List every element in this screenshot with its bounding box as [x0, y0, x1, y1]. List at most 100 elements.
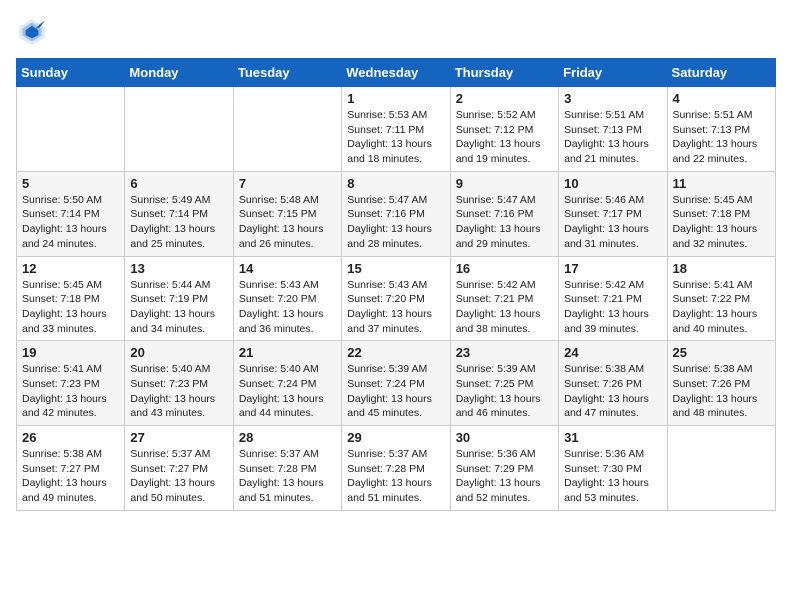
day-number: 29: [347, 430, 444, 445]
day-info: Sunrise: 5:50 AM Sunset: 7:14 PM Dayligh…: [22, 193, 119, 252]
day-header-thursday: Thursday: [450, 59, 558, 87]
day-info: Sunrise: 5:42 AM Sunset: 7:21 PM Dayligh…: [456, 278, 553, 337]
calendar-cell: 5 Sunrise: 5:50 AM Sunset: 7:14 PM Daylig…: [17, 171, 125, 256]
calendar-cell: 27Sunrise: 5:37 AM Sunset: 7:27 PM Dayli…: [125, 426, 233, 511]
logo-icon: [16, 16, 48, 48]
day-info: Sunrise: 5:48 AM Sunset: 7:15 PM Dayligh…: [239, 193, 336, 252]
calendar-week-row: 5 Sunrise: 5:50 AM Sunset: 7:14 PM Daylig…: [17, 171, 776, 256]
calendar-cell: 3 Sunrise: 5:51 AM Sunset: 7:13 PM Daylig…: [559, 87, 667, 172]
day-number: 16: [456, 261, 553, 276]
day-info: Sunrise: 5:42 AM Sunset: 7:21 PM Dayligh…: [564, 278, 661, 337]
calendar-cell: 26 Sunrise: 5:38 AM Sunset: 7:27 PM Dayli…: [17, 426, 125, 511]
calendar-cell: 9 Sunrise: 5:47 AM Sunset: 7:16 PM Daylig…: [450, 171, 558, 256]
day-info: Sunrise: 5:53 AM Sunset: 7:11 PM Dayligh…: [347, 108, 444, 167]
day-header-friday: Friday: [559, 59, 667, 87]
calendar-cell: 19 Sunrise: 5:41 AM Sunset: 7:23 PM Dayli…: [17, 341, 125, 426]
calendar-header-row: SundayMondayTuesdayWednesdayThursdayFrid…: [17, 59, 776, 87]
calendar-cell: [125, 87, 233, 172]
day-info: Sunrise: 5:37 AM Sunset: 7:27 PM Dayligh…: [130, 447, 227, 506]
calendar-cell: [17, 87, 125, 172]
calendar-cell: [233, 87, 341, 172]
day-header-sunday: Sunday: [17, 59, 125, 87]
calendar-cell: 18 Sunrise: 5:41 AM Sunset: 7:22 PM Dayli…: [667, 256, 775, 341]
day-info: Sunrise: 5:36 AM Sunset: 7:29 PM Dayligh…: [456, 447, 553, 506]
day-info: Sunrise: 5:41 AM Sunset: 7:22 PM Dayligh…: [673, 278, 770, 337]
day-number: 26: [22, 430, 119, 445]
calendar-cell: 13Sunrise: 5:44 AM Sunset: 7:19 PM Dayli…: [125, 256, 233, 341]
day-number: 1: [347, 91, 444, 106]
day-number: 10: [564, 176, 661, 191]
day-number: 7: [239, 176, 336, 191]
day-header-tuesday: Tuesday: [233, 59, 341, 87]
day-number: 24: [564, 345, 661, 360]
day-number: 15: [347, 261, 444, 276]
day-info: Sunrise: 5:43 AM Sunset: 7:20 PM Dayligh…: [347, 278, 444, 337]
calendar-cell: 31 Sunrise: 5:36 AM Sunset: 7:30 PM Dayli…: [559, 426, 667, 511]
day-number: 31: [564, 430, 661, 445]
day-number: 19: [22, 345, 119, 360]
calendar-cell: 10Sunrise: 5:46 AM Sunset: 7:17 PM Dayli…: [559, 171, 667, 256]
day-number: 6: [130, 176, 227, 191]
day-info: Sunrise: 5:38 AM Sunset: 7:26 PM Dayligh…: [564, 362, 661, 421]
day-number: 22: [347, 345, 444, 360]
day-info: Sunrise: 5:38 AM Sunset: 7:27 PM Dayligh…: [22, 447, 119, 506]
day-header-wednesday: Wednesday: [342, 59, 450, 87]
day-number: 9: [456, 176, 553, 191]
day-number: 13: [130, 261, 227, 276]
day-number: 5: [22, 176, 119, 191]
calendar-cell: 28 Sunrise: 5:37 AM Sunset: 7:28 PM Dayli…: [233, 426, 341, 511]
calendar-cell: 14Sunrise: 5:43 AM Sunset: 7:20 PM Dayli…: [233, 256, 341, 341]
day-number: 18: [673, 261, 770, 276]
calendar-week-row: 12 Sunrise: 5:45 AM Sunset: 7:18 PM Dayli…: [17, 256, 776, 341]
calendar-cell: 22 Sunrise: 5:39 AM Sunset: 7:24 PM Dayli…: [342, 341, 450, 426]
day-info: Sunrise: 5:40 AM Sunset: 7:23 PM Dayligh…: [130, 362, 227, 421]
day-header-saturday: Saturday: [667, 59, 775, 87]
day-info: Sunrise: 5:37 AM Sunset: 7:28 PM Dayligh…: [239, 447, 336, 506]
day-info: Sunrise: 5:49 AM Sunset: 7:14 PM Dayligh…: [130, 193, 227, 252]
calendar-week-row: 26 Sunrise: 5:38 AM Sunset: 7:27 PM Dayli…: [17, 426, 776, 511]
day-info: Sunrise: 5:52 AM Sunset: 7:12 PM Dayligh…: [456, 108, 553, 167]
day-number: 8: [347, 176, 444, 191]
logo: [16, 16, 52, 48]
day-info: Sunrise: 5:43 AM Sunset: 7:20 PM Dayligh…: [239, 278, 336, 337]
calendar-cell: 4 Sunrise: 5:51 AM Sunset: 7:13 PM Daylig…: [667, 87, 775, 172]
day-number: 28: [239, 430, 336, 445]
calendar-cell: 17 Sunrise: 5:42 AM Sunset: 7:21 PM Dayli…: [559, 256, 667, 341]
day-info: Sunrise: 5:51 AM Sunset: 7:13 PM Dayligh…: [673, 108, 770, 167]
day-info: Sunrise: 5:36 AM Sunset: 7:30 PM Dayligh…: [564, 447, 661, 506]
day-info: Sunrise: 5:47 AM Sunset: 7:16 PM Dayligh…: [347, 193, 444, 252]
calendar-cell: 1 Sunrise: 5:53 AM Sunset: 7:11 PM Daylig…: [342, 87, 450, 172]
day-info: Sunrise: 5:47 AM Sunset: 7:16 PM Dayligh…: [456, 193, 553, 252]
calendar-cell: 8 Sunrise: 5:47 AM Sunset: 7:16 PM Daylig…: [342, 171, 450, 256]
day-info: Sunrise: 5:38 AM Sunset: 7:26 PM Dayligh…: [673, 362, 770, 421]
day-info: Sunrise: 5:41 AM Sunset: 7:23 PM Dayligh…: [22, 362, 119, 421]
day-number: 11: [673, 176, 770, 191]
day-number: 4: [673, 91, 770, 106]
calendar-cell: 7 Sunrise: 5:48 AM Sunset: 7:15 PM Daylig…: [233, 171, 341, 256]
calendar-cell: 21 Sunrise: 5:40 AM Sunset: 7:24 PM Dayli…: [233, 341, 341, 426]
day-header-monday: Monday: [125, 59, 233, 87]
day-number: 3: [564, 91, 661, 106]
calendar-cell: 25 Sunrise: 5:38 AM Sunset: 7:26 PM Dayli…: [667, 341, 775, 426]
day-info: Sunrise: 5:37 AM Sunset: 7:28 PM Dayligh…: [347, 447, 444, 506]
day-info: Sunrise: 5:40 AM Sunset: 7:24 PM Dayligh…: [239, 362, 336, 421]
day-info: Sunrise: 5:45 AM Sunset: 7:18 PM Dayligh…: [22, 278, 119, 337]
calendar-cell: 15 Sunrise: 5:43 AM Sunset: 7:20 PM Dayli…: [342, 256, 450, 341]
day-info: Sunrise: 5:45 AM Sunset: 7:18 PM Dayligh…: [673, 193, 770, 252]
day-number: 17: [564, 261, 661, 276]
day-number: 21: [239, 345, 336, 360]
day-number: 20: [130, 345, 227, 360]
day-info: Sunrise: 5:39 AM Sunset: 7:24 PM Dayligh…: [347, 362, 444, 421]
calendar-cell: [667, 426, 775, 511]
calendar-cell: 2 Sunrise: 5:52 AM Sunset: 7:12 PM Daylig…: [450, 87, 558, 172]
day-number: 2: [456, 91, 553, 106]
calendar-cell: 30Sunrise: 5:36 AM Sunset: 7:29 PM Dayli…: [450, 426, 558, 511]
day-number: 12: [22, 261, 119, 276]
day-info: Sunrise: 5:51 AM Sunset: 7:13 PM Dayligh…: [564, 108, 661, 167]
calendar-cell: 11 Sunrise: 5:45 AM Sunset: 7:18 PM Dayli…: [667, 171, 775, 256]
page-header: [16, 16, 776, 48]
calendar-cell: 23Sunrise: 5:39 AM Sunset: 7:25 PM Dayli…: [450, 341, 558, 426]
day-number: 25: [673, 345, 770, 360]
day-number: 23: [456, 345, 553, 360]
calendar-cell: 20 Sunrise: 5:40 AM Sunset: 7:23 PM Dayli…: [125, 341, 233, 426]
